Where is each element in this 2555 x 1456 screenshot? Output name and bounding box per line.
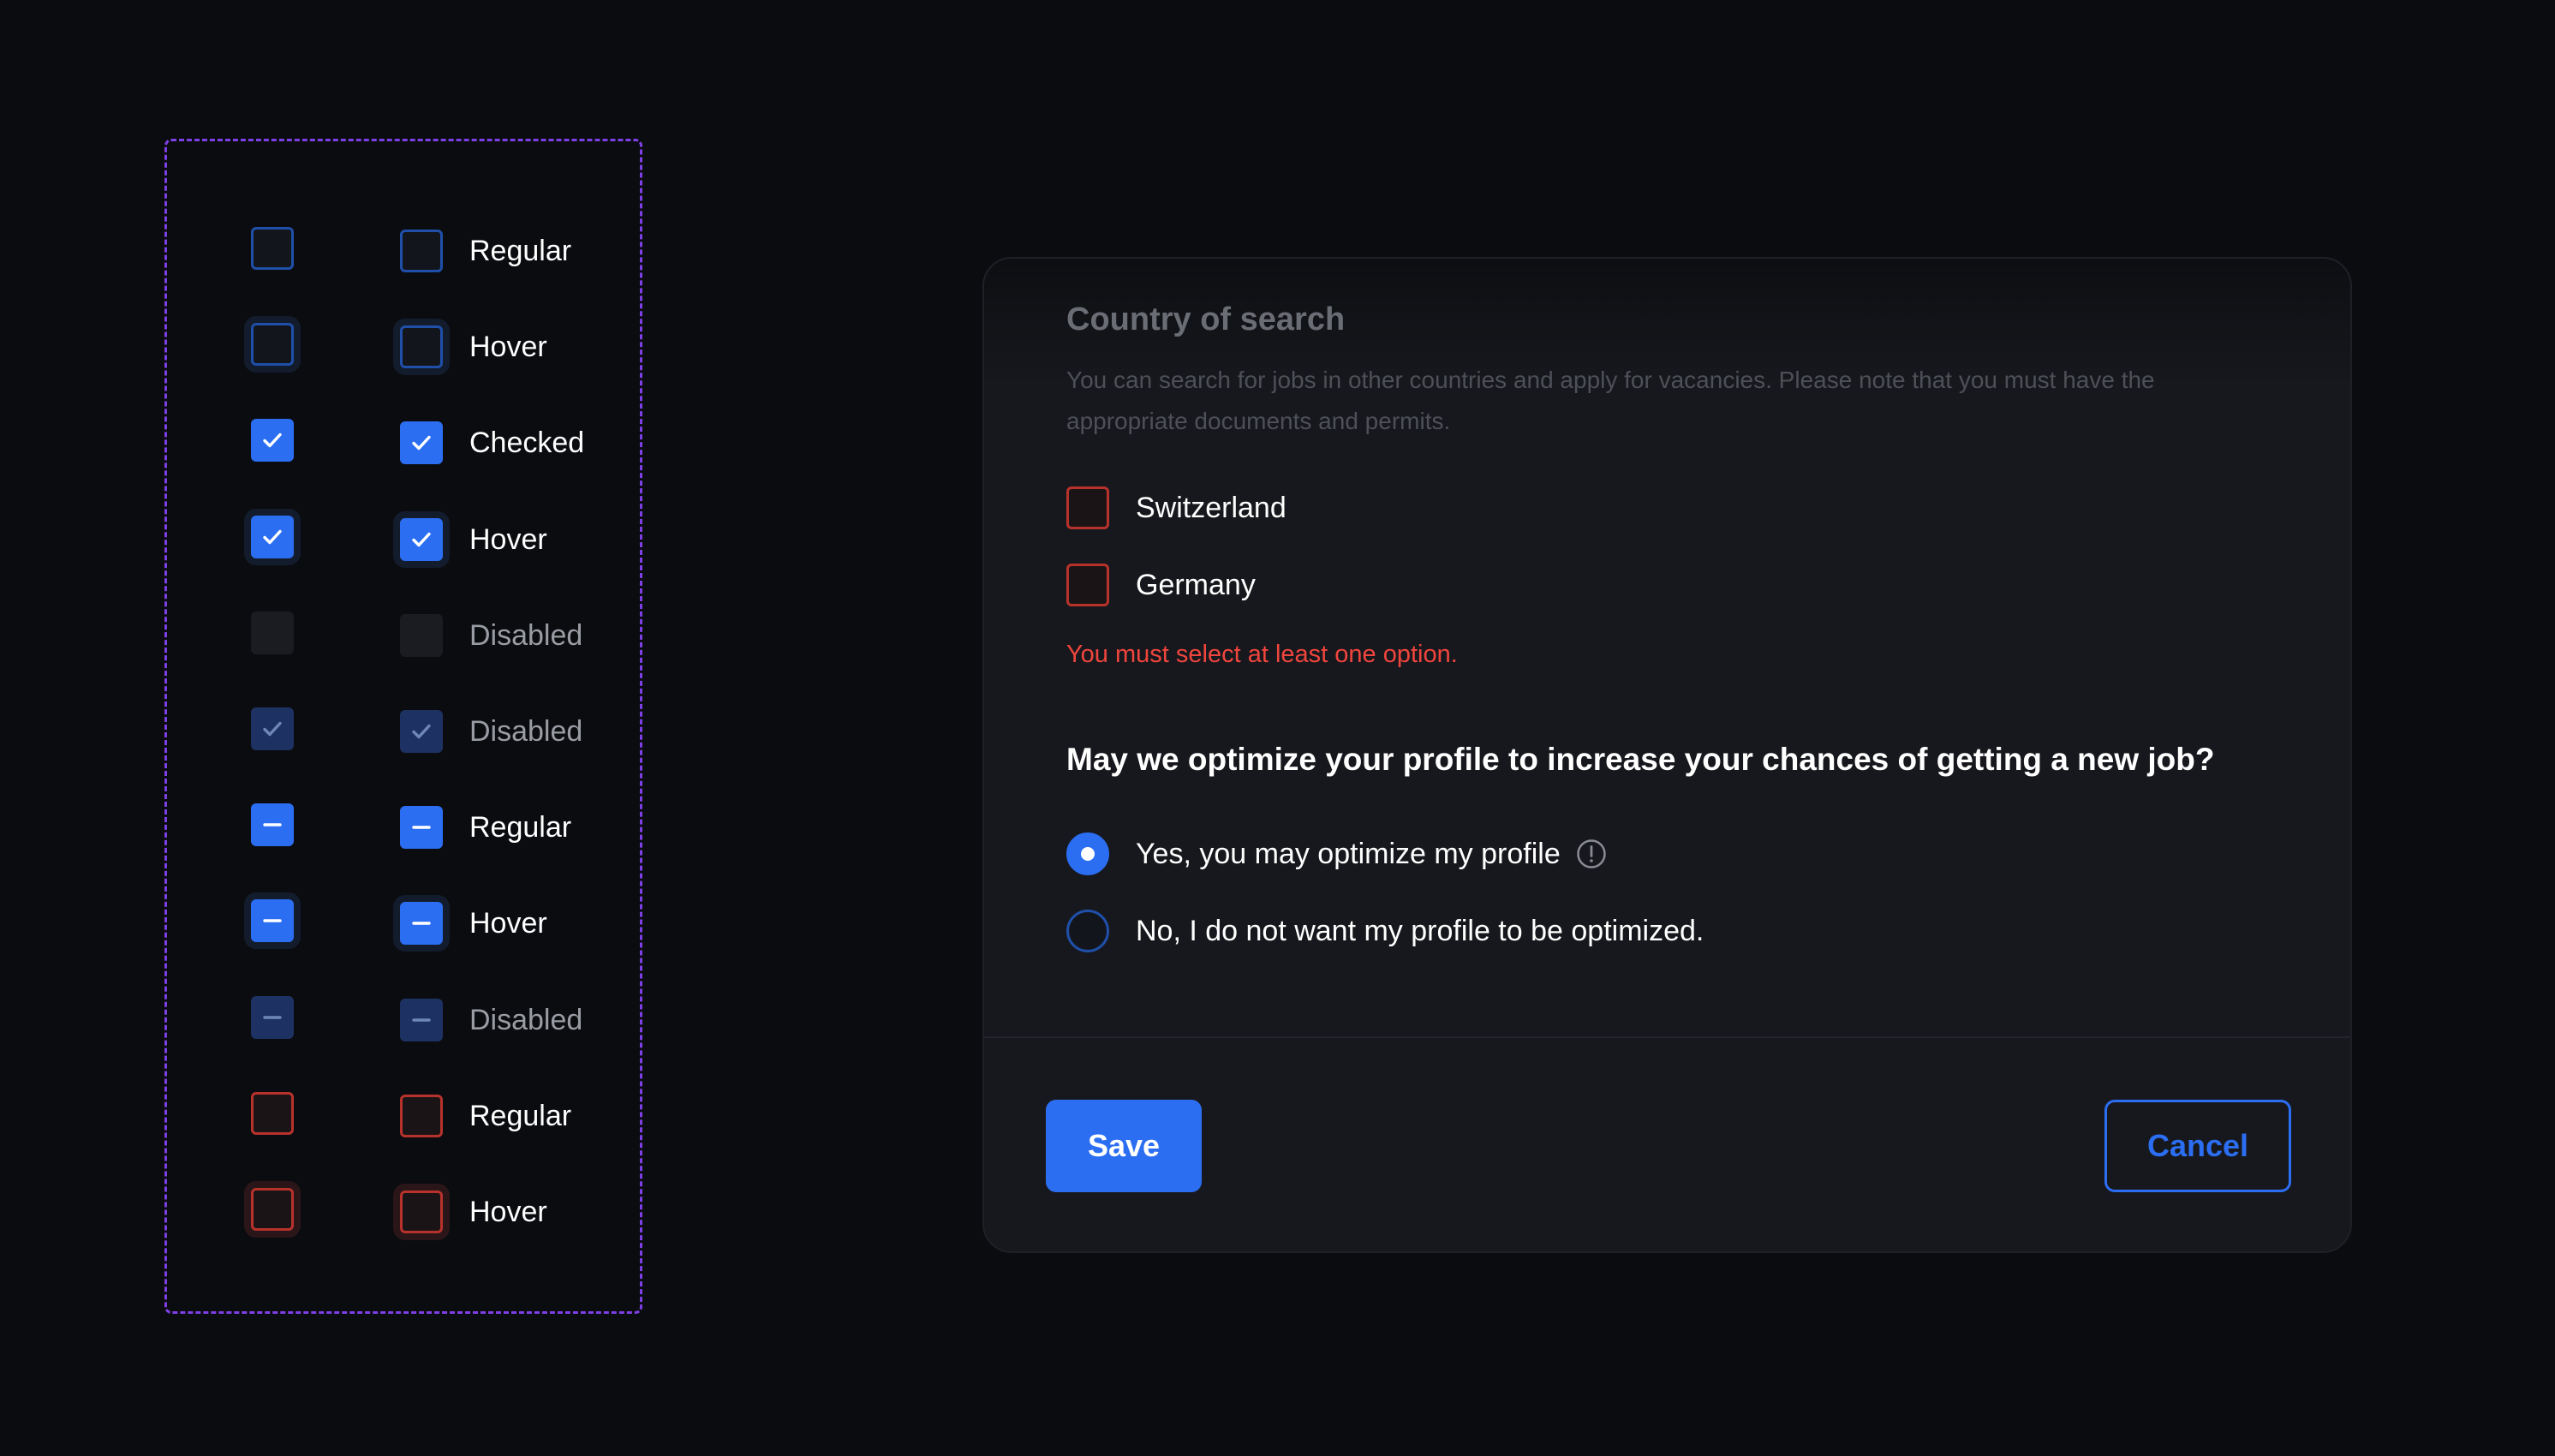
footer-divider — [984, 1036, 2350, 1038]
checkbox-state-label: Regular — [469, 811, 572, 844]
checkbox-state-row: Regular — [167, 1090, 640, 1142]
checkbox-indeterminate[interactable] — [400, 806, 443, 850]
checkmark-icon — [412, 724, 431, 739]
radio-no-unselected[interactable] — [1066, 910, 1109, 952]
checkbox-state-row: Hover — [167, 321, 640, 373]
germany-checkbox[interactable] — [1066, 564, 1109, 606]
checkbox-checked[interactable] — [400, 421, 443, 465]
checkbox-indeterminate-disabled[interactable] — [251, 995, 294, 1039]
country-search-form-card: Country of search You can search for job… — [982, 257, 2352, 1253]
checkbox-state-row: Regular — [167, 802, 640, 853]
checkbox-hover[interactable] — [400, 325, 443, 369]
cancel-button[interactable]: Cancel — [2104, 1100, 2291, 1192]
checkbox-state-label: Hover — [469, 1196, 547, 1228]
checkbox-regular[interactable] — [251, 227, 294, 270]
checkbox-disabled[interactable] — [400, 613, 443, 657]
checkbox-indeterminate[interactable] — [251, 803, 294, 847]
checkbox-state-row: Regular — [167, 225, 640, 277]
checkbox-indeterminate-hover[interactable] — [400, 902, 443, 946]
radio-option-yes[interactable]: Yes, you may optimize my profile — [1066, 832, 1607, 875]
minus-icon — [412, 1017, 431, 1022]
checkbox-state-label: Hover — [469, 907, 547, 940]
checkmark-icon — [412, 436, 431, 451]
checkbox-state-label: Disabled — [469, 1003, 583, 1036]
checkbox-state-row: Disabled — [167, 994, 640, 1046]
radio-dot — [1081, 847, 1095, 861]
checkbox-error-hover[interactable] — [251, 1188, 294, 1231]
radio-option-no[interactable]: No, I do not want my profile to be optim… — [1066, 910, 1704, 952]
checkbox-states-sheet: Regular Hover Checked Hover Disabled Disabled… — [164, 139, 642, 1314]
checkbox-error-hover[interactable] — [400, 1190, 443, 1233]
checkmark-icon — [412, 532, 431, 546]
checkbox-state-row: Disabled — [167, 610, 640, 661]
checkbox-error[interactable] — [251, 1091, 294, 1135]
checkbox-regular[interactable] — [400, 230, 443, 272]
minus-icon — [263, 919, 282, 923]
checkbox-disabled-checked[interactable] — [400, 710, 443, 753]
checkbox-state-row: Hover — [167, 514, 640, 565]
minus-icon — [263, 823, 282, 826]
validation-error-message: You must select at least one option. — [1066, 641, 1458, 668]
country-option-germany[interactable]: Germany — [1066, 564, 1256, 606]
checkmark-icon — [263, 721, 282, 737]
section-description: You can search for jobs in other countri… — [1066, 367, 2155, 434]
checkbox-checked[interactable] — [251, 419, 294, 462]
checkbox-state-row: Hover — [167, 1186, 640, 1238]
checkbox-indeterminate-hover[interactable] — [251, 899, 294, 943]
checkbox-state-row: Disabled — [167, 706, 640, 757]
radio-yes-selected[interactable] — [1066, 832, 1109, 875]
checkbox-state-label: Hover — [469, 331, 547, 364]
checkmark-icon — [263, 433, 282, 448]
radio-option-label: Yes, you may optimize my profile — [1136, 838, 1561, 870]
checkbox-disabled[interactable] — [251, 611, 294, 654]
checkbox-state-row: Checked — [167, 417, 640, 468]
switzerland-checkbox[interactable] — [1066, 486, 1109, 529]
country-option-switzerland[interactable]: Switzerland — [1066, 486, 1286, 529]
checkbox-state-label: Regular — [469, 1099, 572, 1132]
checkbox-state-label: Hover — [469, 522, 547, 556]
country-option-label: Switzerland — [1136, 492, 1286, 524]
minus-icon — [412, 826, 431, 829]
minus-icon — [263, 1015, 282, 1019]
checkbox-error[interactable] — [400, 1094, 443, 1137]
checkmark-icon — [263, 529, 282, 544]
checkbox-state-label: Checked — [469, 427, 585, 460]
checkbox-indeterminate-disabled[interactable] — [400, 998, 443, 1041]
save-button[interactable]: Save — [1046, 1100, 1202, 1192]
checkbox-state-row: Hover — [167, 898, 640, 949]
checkbox-state-label: Regular — [469, 235, 572, 267]
info-icon[interactable] — [1576, 838, 1607, 869]
checkbox-state-label: Disabled — [469, 618, 583, 652]
canvas: Regular Hover Checked Hover Disabled Disabled… — [0, 0, 2555, 1456]
checkbox-hover[interactable] — [251, 323, 294, 367]
minus-icon — [412, 922, 431, 926]
country-option-label: Germany — [1136, 569, 1256, 601]
checkbox-checked-hover[interactable] — [251, 515, 294, 558]
checkbox-state-label: Disabled — [469, 715, 583, 748]
radio-option-label: No, I do not want my profile to be optim… — [1136, 915, 1704, 947]
section-title: Country of search — [1066, 301, 1346, 337]
checkbox-disabled-checked[interactable] — [251, 707, 294, 750]
checkbox-checked-hover[interactable] — [400, 517, 443, 561]
optimize-question: May we optimize your profile to increase… — [1066, 742, 2215, 777]
